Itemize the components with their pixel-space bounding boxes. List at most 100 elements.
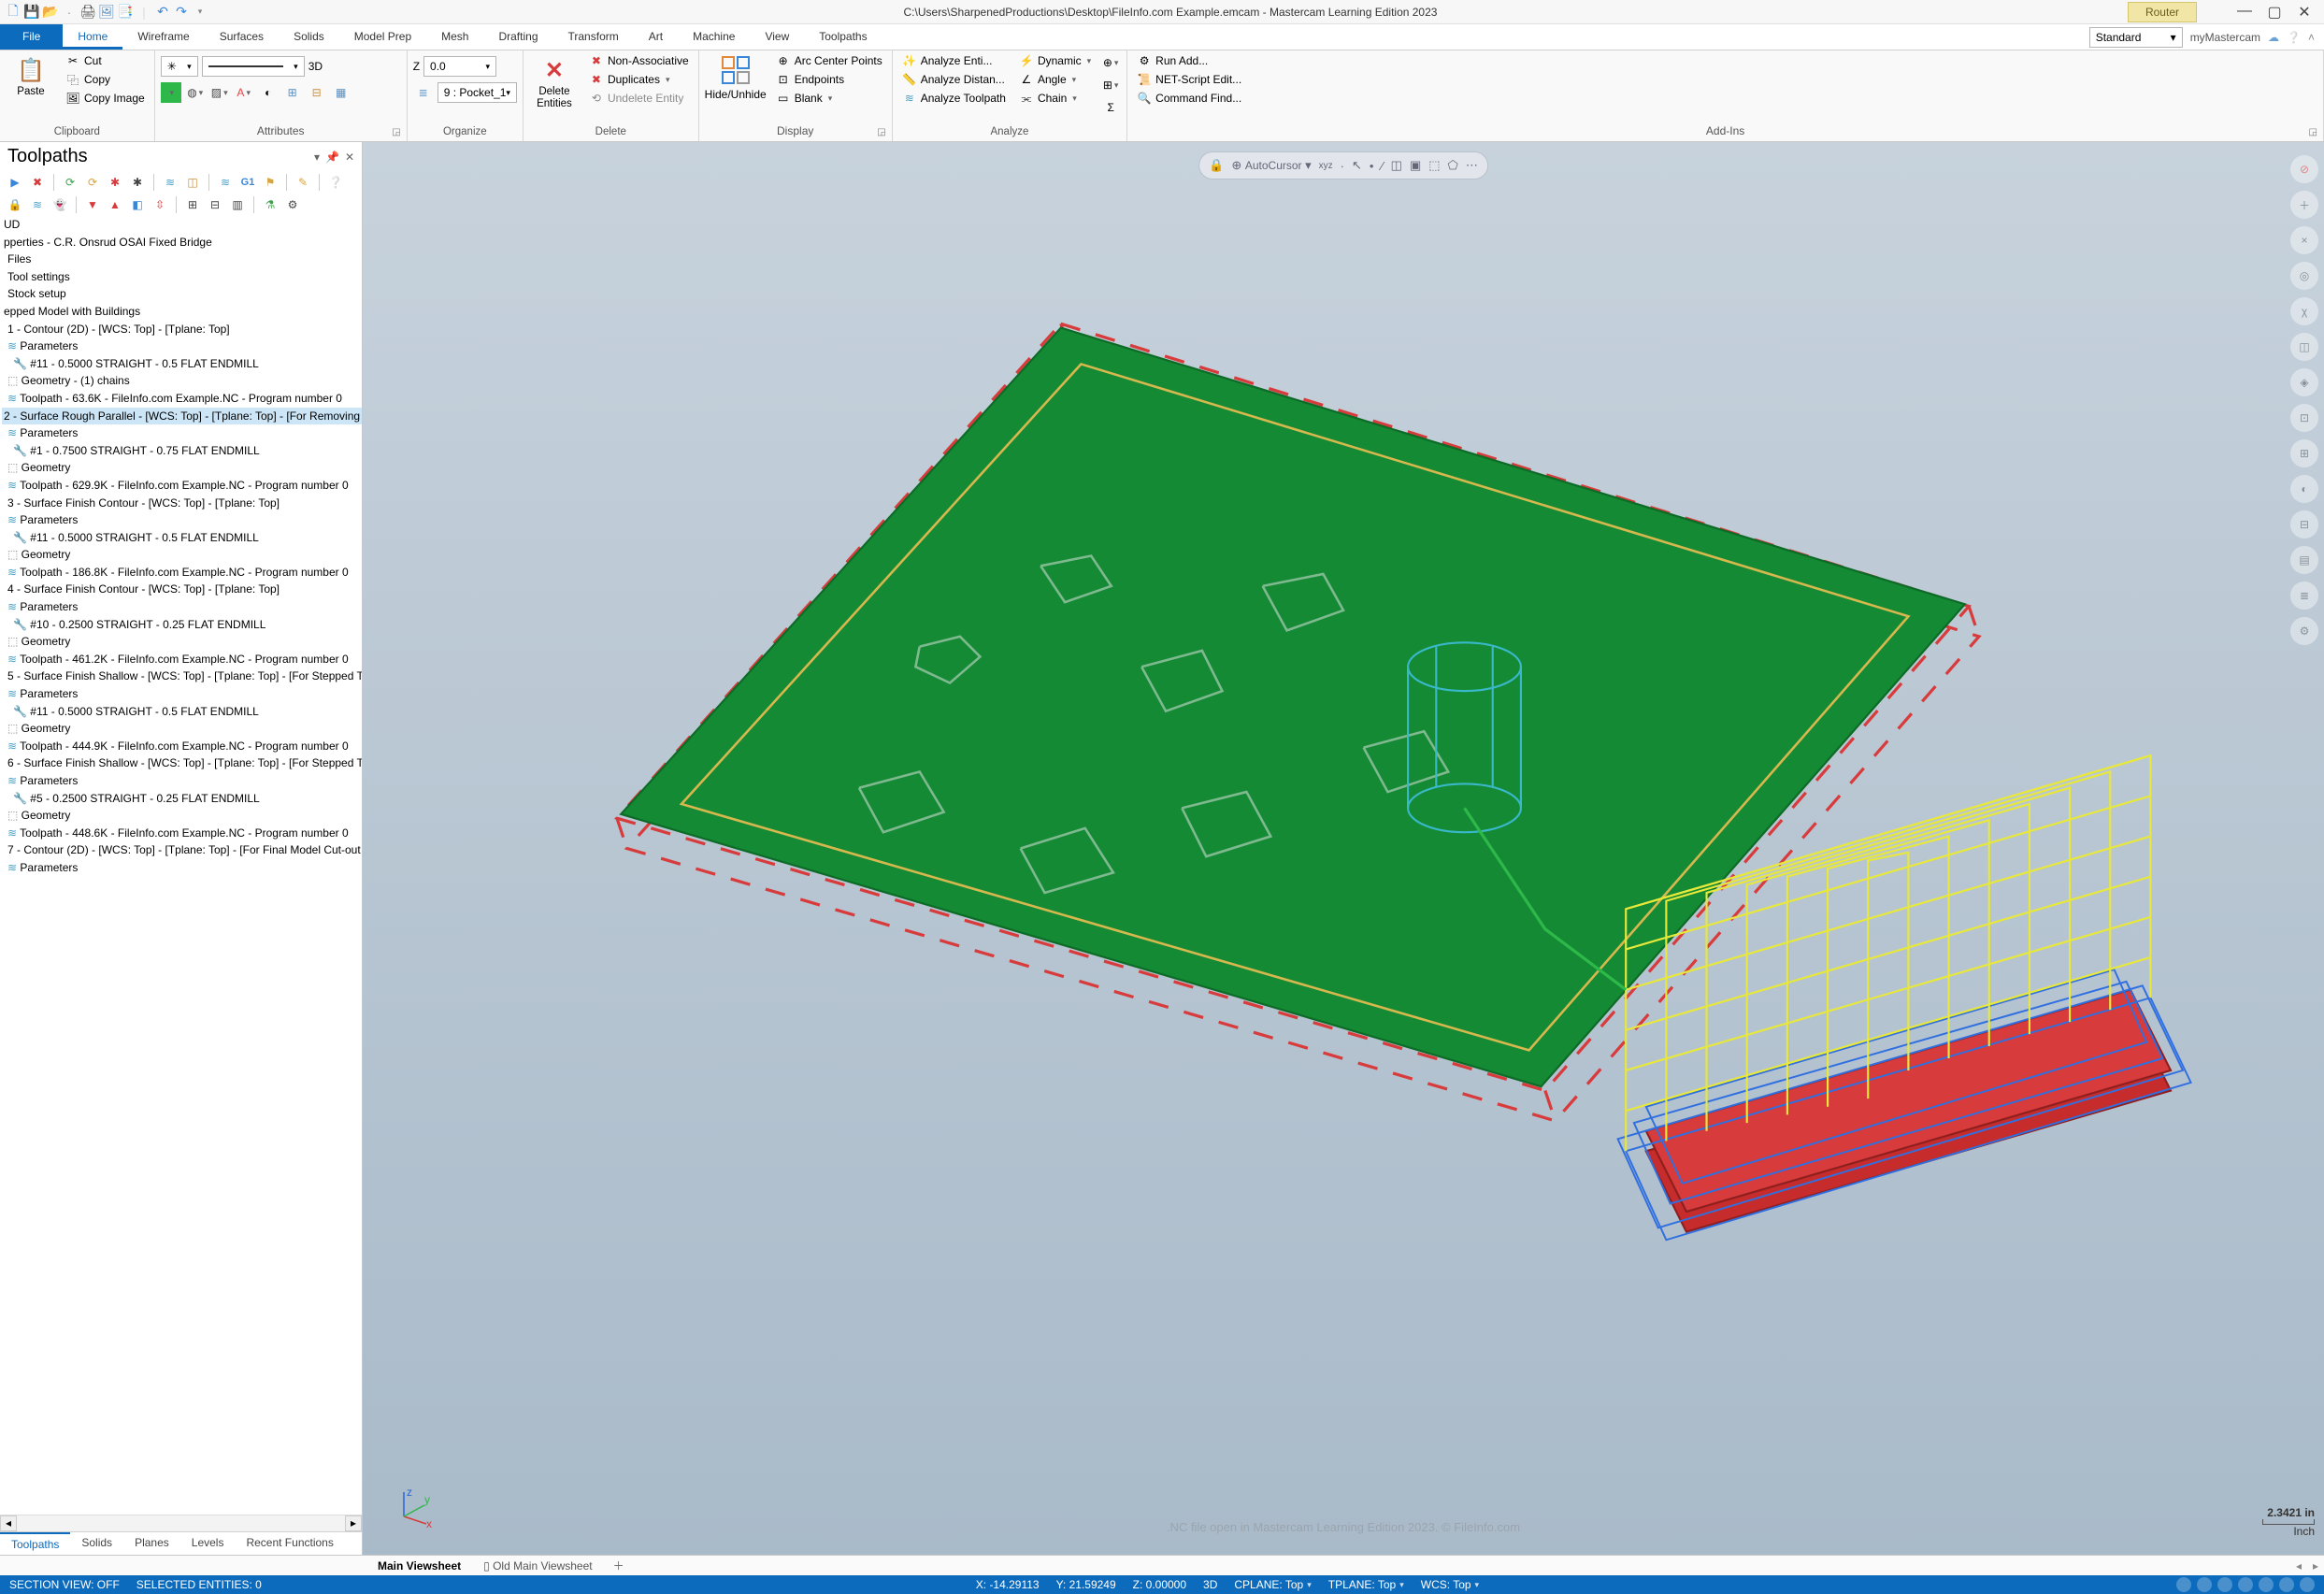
tab-art[interactable]: Art: [634, 24, 678, 50]
tab-wireframe[interactable]: Wireframe: [122, 24, 204, 50]
tree-row[interactable]: ⬚ Geometry - (1) chains: [2, 372, 362, 390]
tb-icon-3[interactable]: ▥: [228, 195, 247, 214]
maximize-icon[interactable]: ▢: [2264, 3, 2285, 22]
config-combo[interactable]: Standard▾: [2089, 27, 2183, 48]
expand-icon[interactable]: ◲: [2309, 127, 2317, 137]
redo-icon[interactable]: ↷: [174, 5, 189, 20]
tab-solids[interactable]: Solids: [279, 24, 339, 50]
tree-row[interactable]: ≋ Toolpath - 461.2K - FileInfo.com Examp…: [2, 651, 362, 668]
tree-row[interactable]: 6 - Surface Finish Shallow - [WCS: Top] …: [2, 754, 362, 772]
net-script-button[interactable]: 📜NET-Script Edit...: [1133, 71, 1245, 88]
section-icon[interactable]: ◫: [2290, 333, 2318, 361]
expand-all-icon[interactable]: ⇳: [151, 195, 169, 214]
viewport[interactable]: 🔒 ⊕ AutoCursor ▾ xyz · ↖ • ∕ ◫ ▣ ⬚ ⬠ ⋯ ⊘…: [363, 142, 2324, 1555]
command-find-button[interactable]: 🔍Command Find...: [1133, 90, 1245, 107]
copy-image-button[interactable]: 🖼Copy Image: [62, 90, 149, 107]
tree-row[interactable]: 5 - Surface Finish Shallow - [WCS: Top] …: [2, 668, 362, 685]
tree-row[interactable]: ⬚ Geometry: [2, 807, 362, 825]
ft-face-icon[interactable]: ◫: [1391, 158, 1402, 173]
regen-icon[interactable]: ⟳: [61, 173, 79, 192]
shade-icon[interactable]: ◐: [2290, 475, 2318, 503]
tree-row[interactable]: 7 - Contour (2D) - [WCS: Top] - [Tplane:…: [2, 841, 362, 859]
horizontal-scrollbar[interactable]: ◂ ▸: [0, 1515, 362, 1531]
tree-row[interactable]: ≋ Toolpath - 63.6K - FileInfo.com Exampl…: [2, 390, 362, 408]
run-addin-button[interactable]: ⚙Run Add...: [1133, 52, 1245, 69]
status-3d[interactable]: 3D: [1203, 1578, 1217, 1591]
status-wire-icon[interactable]: [2197, 1577, 2212, 1592]
ft-solid-icon[interactable]: ▣: [1410, 158, 1421, 173]
status-globe-icon[interactable]: [2176, 1577, 2191, 1592]
tree-row[interactable]: ≋ Toolpath - 186.8K - FileInfo.com Examp…: [2, 564, 362, 582]
open-icon[interactable]: 📂: [43, 5, 58, 20]
panel-tab-planes[interactable]: Planes: [123, 1532, 180, 1555]
tree-row[interactable]: ≋ Parameters: [2, 511, 362, 529]
tb-icon-1[interactable]: ⊞: [183, 195, 202, 214]
collapse-icon[interactable]: ◧: [128, 195, 147, 214]
scroll-right-icon[interactable]: ▸: [345, 1515, 362, 1531]
tree-row[interactable]: epped Model with Buildings: [2, 303, 362, 321]
levels-icon[interactable]: ≣: [413, 82, 434, 103]
viewsheet-scroll-right[interactable]: ▸: [2307, 1559, 2324, 1572]
close-panel-icon[interactable]: ✕: [345, 151, 354, 164]
tree-row[interactable]: 🔧 #11 - 0.5000 STRAIGHT - 0.5 FLAT ENDMI…: [2, 703, 362, 721]
tree-row[interactable]: 🔧 #11 - 0.5000 STRAIGHT - 0.5 FLAT ENDMI…: [2, 529, 362, 547]
vc-3-icon[interactable]: ≣: [2290, 582, 2318, 610]
tree-row[interactable]: ⬚ Geometry: [2, 720, 362, 738]
ghost-icon[interactable]: 👻: [50, 195, 69, 214]
chain-button[interactable]: ⫘Chain: [1015, 90, 1095, 107]
autocursor-button[interactable]: ⊕ AutoCursor ▾: [1231, 158, 1311, 173]
tree-row[interactable]: ≋ Parameters: [2, 772, 362, 790]
analyze-toolpath-button[interactable]: ≋Analyze Toolpath: [898, 90, 1010, 107]
sticky-note-icon[interactable]: 📑: [118, 5, 133, 20]
save-icon[interactable]: 💾: [24, 5, 39, 20]
qat-customize-icon[interactable]: ▾: [193, 5, 208, 20]
tab-home[interactable]: Home: [63, 24, 122, 50]
edit-icon[interactable]: ✎: [294, 173, 312, 192]
up-icon[interactable]: ▲: [106, 195, 124, 214]
analyze-extra-2[interactable]: ⊞: [1100, 75, 1121, 95]
pan-icon[interactable]: χ: [2290, 297, 2318, 325]
tab-surfaces[interactable]: Surfaces: [205, 24, 279, 50]
verify-icon[interactable]: ◫: [183, 173, 202, 192]
tree-row[interactable]: ⬚ Geometry: [2, 633, 362, 651]
level-combo[interactable]: 9 : Pocket_1▾: [438, 82, 517, 103]
panel-options-icon[interactable]: ▾: [314, 151, 320, 164]
status-tplane[interactable]: TPLANE: Top: [1328, 1578, 1404, 1591]
top-icon[interactable]: ⊡: [2290, 404, 2318, 432]
help-icon[interactable]: ❔: [2287, 31, 2301, 44]
linestyle-combo[interactable]: ▾: [202, 56, 305, 77]
scroll-left-icon[interactable]: ◂: [0, 1515, 17, 1531]
simulate-icon[interactable]: ≋: [216, 173, 235, 192]
cloud-icon[interactable]: ☁: [2268, 31, 2279, 44]
context-tab-router[interactable]: Router: [2128, 2, 2197, 22]
tab-machine[interactable]: Machine: [678, 24, 750, 50]
material-button[interactable]: ◐: [258, 82, 279, 103]
lock-icon[interactable]: 🔒: [6, 195, 24, 214]
print-icon[interactable]: 🖨: [80, 5, 95, 20]
ft-poly-icon[interactable]: ⬠: [1448, 158, 1458, 173]
analyze-extra-1[interactable]: ⊕: [1100, 52, 1121, 73]
ft-line-icon[interactable]: ∕: [1381, 159, 1383, 173]
copy-button[interactable]: ⿻Copy: [62, 71, 149, 88]
display-tp-icon[interactable]: ≋: [28, 195, 47, 214]
toolpath-tree[interactable]: UDpperties - C.R. Onsrud OSAI Fixed Brid…: [0, 216, 362, 1515]
deselect-icon[interactable]: ✖: [28, 173, 47, 192]
wire-icon[interactable]: ⊞: [2290, 439, 2318, 467]
tree-row[interactable]: 1 - Contour (2D) - [WCS: Top] - [Tplane:…: [2, 321, 362, 338]
vc-gear-icon[interactable]: ⚙: [2290, 617, 2318, 645]
screenshot-icon[interactable]: 🖼: [99, 5, 114, 20]
attr-btn-2[interactable]: ⊟: [307, 82, 327, 103]
tree-row[interactable]: ⬚ Geometry: [2, 459, 362, 477]
tree-row[interactable]: ≋ Toolpath - 444.9K - FileInfo.com Examp…: [2, 738, 362, 755]
endpoints-button[interactable]: ⊡Endpoints: [772, 71, 886, 88]
down-icon[interactable]: ▼: [83, 195, 102, 214]
non-associative-button[interactable]: ✖Non-Associative: [585, 52, 693, 69]
ft-window-icon[interactable]: ⬚: [1428, 158, 1440, 173]
tree-row[interactable]: ⬚ Geometry: [2, 546, 362, 564]
flag-icon[interactable]: ⚑: [261, 173, 280, 192]
tree-row[interactable]: ≋ Parameters: [2, 598, 362, 616]
rotate-icon[interactable]: ×: [2290, 226, 2318, 254]
tree-row[interactable]: 🔧 #1 - 0.7500 STRAIGHT - 0.75 FLAT ENDMI…: [2, 442, 362, 460]
tree-row[interactable]: ≋ Parameters: [2, 685, 362, 703]
tb-icon-5[interactable]: ⚙: [283, 195, 302, 214]
